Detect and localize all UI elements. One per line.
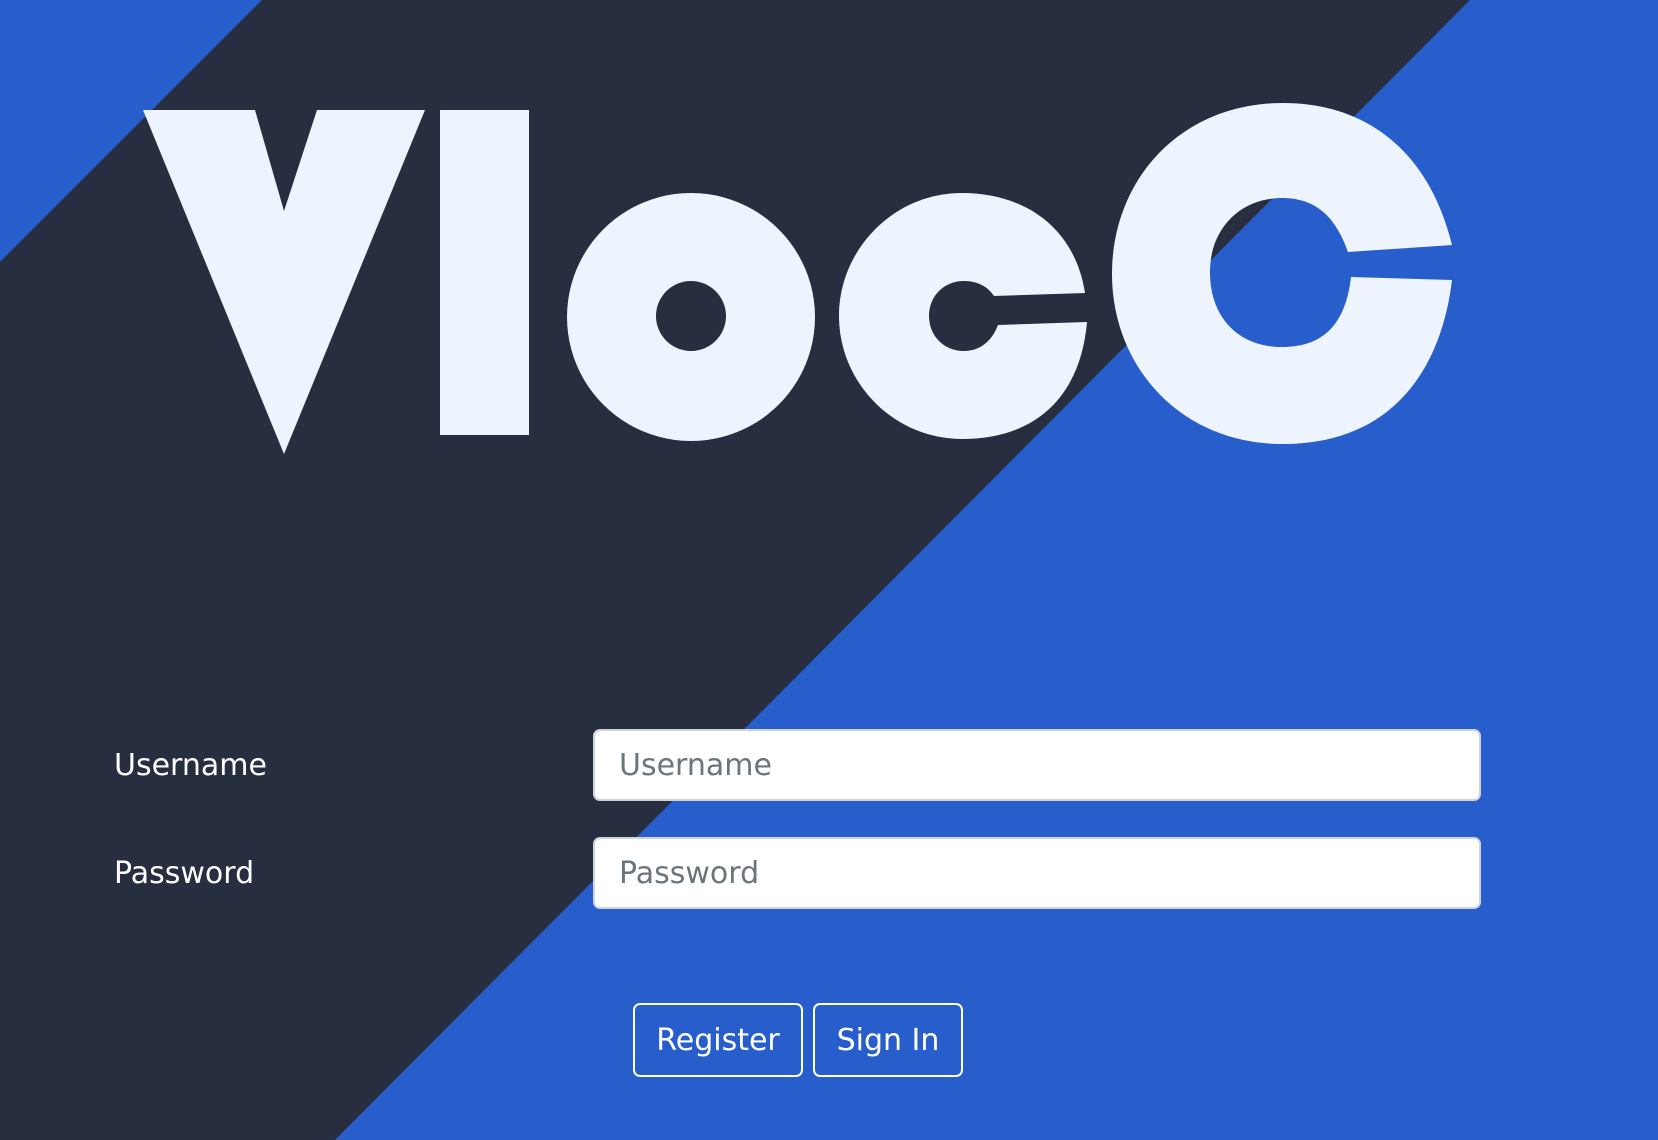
logo-letter-l <box>440 110 529 435</box>
sign-in-button[interactable]: Sign In <box>813 1003 963 1077</box>
logo-letter-o <box>567 193 816 441</box>
vlocc-logo <box>143 103 1452 454</box>
username-input[interactable] <box>593 729 1481 801</box>
password-label: Password <box>114 856 255 891</box>
logo-letter-c-large <box>1112 103 1452 444</box>
username-label: Username <box>114 748 267 783</box>
register-button[interactable]: Register <box>633 1003 803 1077</box>
login-page: Username Password Register Sign In <box>0 0 1658 1140</box>
logo-letter-v <box>143 110 425 454</box>
logo-letter-c-small <box>839 193 1087 439</box>
password-input[interactable] <box>593 837 1481 909</box>
